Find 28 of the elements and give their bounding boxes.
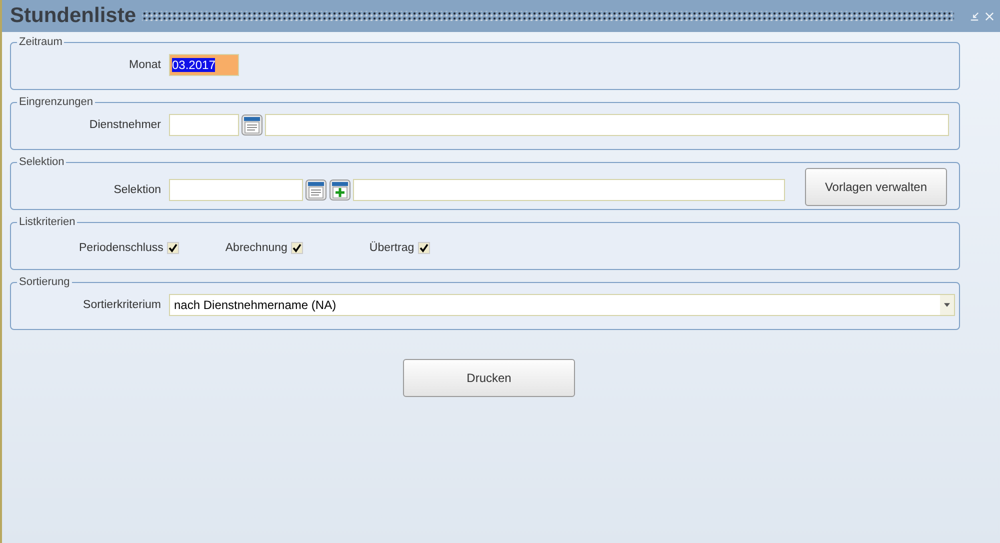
input-field[interactable] [169,179,303,201]
window-title: Stundenliste [10,4,136,28]
section-legend: Sortierung [17,276,72,288]
field-label: Monat [128,59,162,71]
manage-templates-button[interactable]: Vorlagen verwalten [805,168,947,206]
month-field[interactable]: 03.2017 [169,54,239,76]
section-legend: Zeitraum [17,36,64,48]
caret-icon [944,303,950,307]
checkbox-label: Übertrag [369,242,414,254]
section-legend: Eingrenzungen [17,96,96,108]
field-label: Sortierkriterium [82,299,162,311]
input-field[interactable] [353,179,785,201]
input-field[interactable] [265,114,949,136]
sort-dropdown[interactable]: nach Dienstnehmername (NA) [169,294,955,316]
checkbox-label: Periodenschluss [79,242,164,254]
print-button[interactable]: Drucken [403,359,575,397]
field-label: Selektion [112,184,162,196]
input-field[interactable] [169,114,239,136]
checkbox-label: Abrechnung [225,242,288,254]
section-legend: Listkriterien [17,216,78,228]
checkbox[interactable] [167,242,180,254]
section-legend: Selektion [17,156,66,168]
add-icon[interactable] [329,179,351,201]
calendar-icon[interactable] [305,179,327,201]
calendar-icon[interactable] [241,114,263,136]
field-label: Dienstnehmer [88,119,162,131]
checkbox[interactable] [418,242,430,254]
checkbox[interactable] [291,242,304,254]
